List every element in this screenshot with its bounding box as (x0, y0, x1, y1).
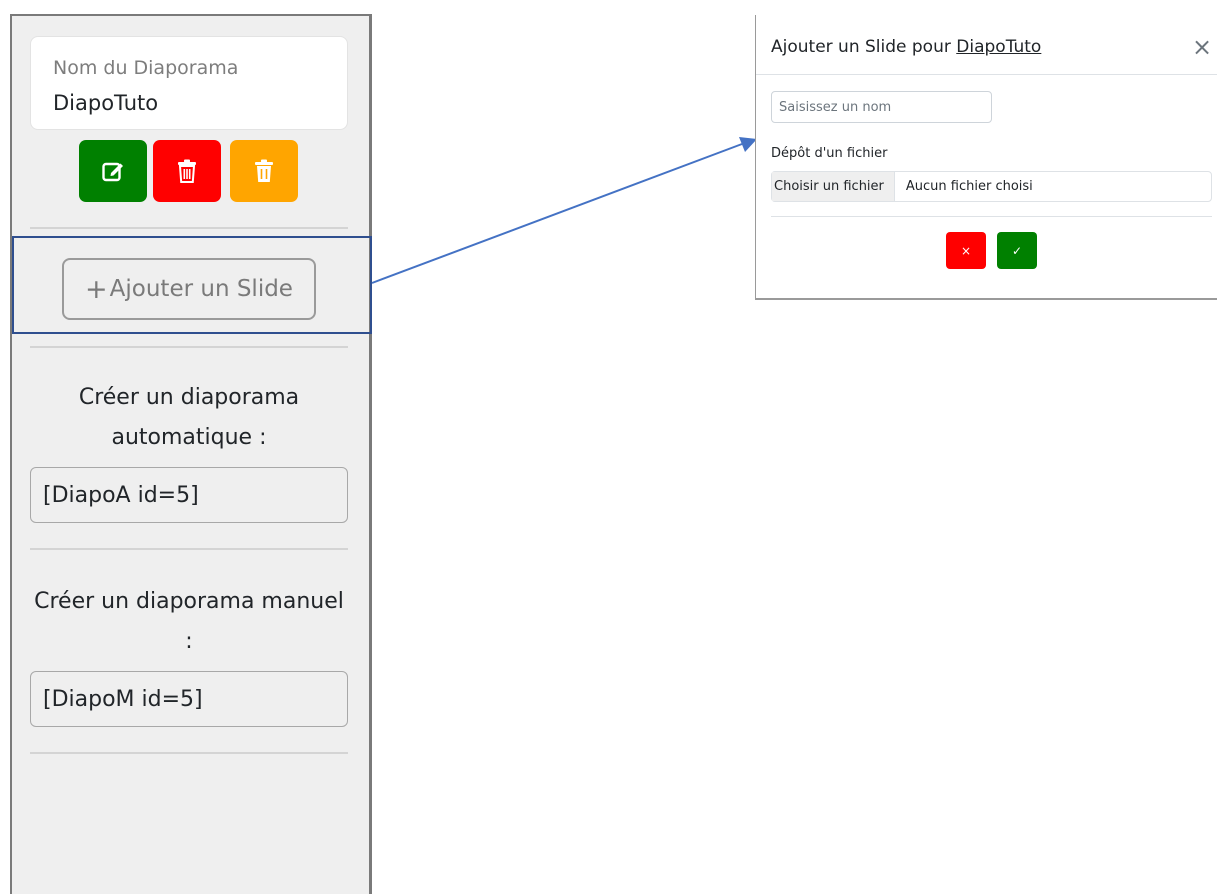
delete-button[interactable] (153, 140, 221, 202)
divider (30, 346, 348, 348)
file-upload-label: Dépôt d'un fichier (771, 146, 888, 161)
divider (30, 227, 348, 229)
confirm-button[interactable]: ✓ (997, 232, 1037, 269)
divider (30, 752, 348, 754)
check-icon: ✓ (1011, 243, 1023, 258)
modal-footer-divider (771, 216, 1212, 217)
add-slide-modal: Ajouter un Slide pour DiapoTuto × Dépôt … (755, 15, 1217, 300)
trash-can-icon (255, 159, 273, 182)
file-status: Aucun fichier choisi (905, 179, 1033, 194)
file-input[interactable]: Choisir un fichier Aucun fichier choisi (771, 171, 1212, 202)
slideshow-sidebar: Nom du Diaporama DiapoTuto + Ajouter un … (10, 14, 372, 894)
manual-slideshow-title: Créer un diaporama manuel : (34, 589, 344, 654)
x-icon: × (960, 243, 972, 258)
highlight-box (12, 236, 372, 334)
modal-header-divider (756, 74, 1217, 75)
auto-slideshow-title: Créer un diaporama automatique : (78, 385, 300, 450)
slideshow-name-value: DiapoTuto (53, 91, 159, 115)
modal-title: Ajouter un Slide pour DiapoTuto (771, 37, 1041, 57)
trash-icon (178, 159, 196, 183)
auto-shortcode-field[interactable]: [DiapoA id=5] (30, 467, 348, 523)
cancel-button[interactable]: × (946, 232, 986, 269)
slide-name-input[interactable] (771, 91, 992, 123)
slideshow-name-label: Nom du Diaporama (53, 57, 239, 79)
close-icon[interactable]: × (1192, 35, 1212, 59)
edit-button[interactable] (79, 140, 147, 202)
clear-button[interactable] (230, 140, 298, 202)
divider (30, 548, 348, 550)
modal-title-text: Ajouter un Slide pour (771, 37, 951, 57)
choose-file-button[interactable]: Choisir un fichier (772, 172, 895, 201)
modal-title-link[interactable]: DiapoTuto (956, 37, 1041, 57)
edit-icon (102, 162, 123, 182)
manual-shortcode-field[interactable]: [DiapoM id=5] (30, 671, 348, 727)
slideshow-name-card: Nom du Diaporama DiapoTuto (30, 36, 348, 130)
